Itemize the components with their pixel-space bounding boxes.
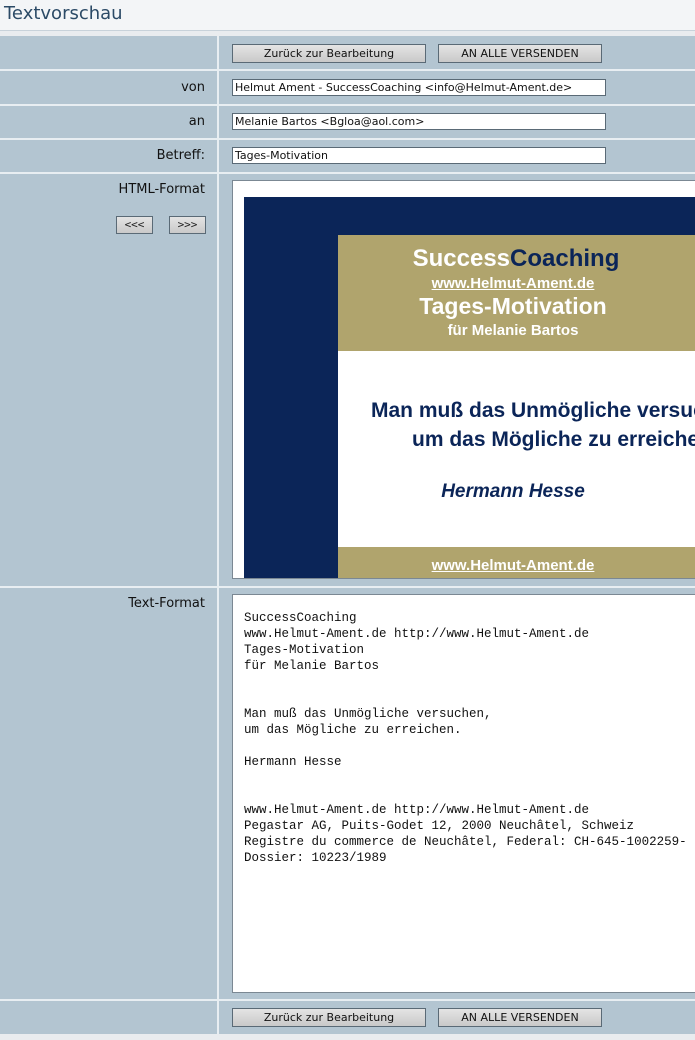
header-site-link[interactable]: www.Helmut-Ament.de: [338, 275, 688, 292]
text-format-row: Text-Format SuccessCoaching www.Helmut-Am…: [0, 588, 695, 999]
next-button[interactable]: >>>: [169, 216, 206, 234]
html-format-row: HTML-Format <<< >>> SuccessCoaching www.…: [0, 174, 695, 586]
text-line: [244, 770, 687, 786]
html-format-cell: SuccessCoaching www.Helmut-Ament.de Tage…: [219, 174, 695, 586]
brand-title: SuccessCoaching: [338, 245, 694, 273]
brand-part-success: Success: [412, 245, 511, 272]
text-line: um das Mögliche zu erreichen.: [244, 723, 462, 737]
text-line: [244, 690, 687, 706]
brand-part-coaching: Coaching: [510, 245, 620, 272]
email-html-preview: SuccessCoaching www.Helmut-Ament.de Tage…: [244, 197, 695, 578]
text-line: für Melanie Bartos: [244, 659, 380, 673]
top-action-label-cell: [0, 36, 219, 69]
email-recipient: für Melanie Bartos: [447, 322, 579, 339]
from-cell: Helmut Ament - SuccessCoaching <info@Hel…: [219, 71, 695, 104]
text-format-cell: SuccessCoaching www.Helmut-Ament.de http:…: [219, 588, 695, 999]
bottom-action-cell: Zurück zur Bearbeitung AN ALLE VERSENDEN: [219, 1001, 695, 1034]
text-line: [244, 738, 687, 754]
subject-row: Betreff: Tages-Motivation: [0, 140, 695, 172]
to-label: an: [188, 114, 205, 129]
html-preview-frame[interactable]: SuccessCoaching www.Helmut-Ament.de Tage…: [232, 180, 695, 579]
text-line: Tages-Motivation: [244, 643, 365, 657]
text-line: Pegastar AG, Puits-Godet 12, 2000 Neuchâ…: [244, 819, 635, 833]
text-line: [244, 674, 687, 690]
from-row: von Helmut Ament - SuccessCoaching <info…: [0, 71, 695, 104]
html-format-label: HTML-Format: [118, 182, 205, 197]
to-label-cell: an: [0, 106, 219, 138]
send-all-button[interactable]: AN ALLE VERSENDEN: [438, 44, 602, 63]
from-label-cell: von: [0, 71, 219, 104]
back-to-edit-button[interactable]: Zurück zur Bearbeitung: [232, 44, 426, 63]
top-action-row: Zurück zur Bearbeitung AN ALLE VERSENDEN: [0, 36, 695, 69]
text-format-label: Text-Format: [128, 596, 205, 611]
email-header: SuccessCoaching www.Helmut-Ament.de Tage…: [338, 235, 695, 351]
quote-author: Hermann Hesse: [441, 481, 585, 502]
text-line: SuccessCoaching: [244, 611, 357, 625]
subject-field[interactable]: Tages-Motivation: [232, 147, 606, 164]
send-all-button-bottom[interactable]: AN ALLE VERSENDEN: [438, 1008, 602, 1027]
subject-cell: Tages-Motivation: [219, 140, 695, 172]
subject-label-cell: Betreff:: [0, 140, 219, 172]
subject-label: Betreff:: [156, 148, 205, 163]
page-title: Textvorschau: [4, 3, 123, 24]
plain-text-content: SuccessCoaching www.Helmut-Ament.de http:…: [244, 610, 687, 866]
text-line: Hermann Hesse: [244, 755, 342, 769]
from-label: von: [181, 80, 205, 95]
to-cell: Melanie Bartos <Bgloa@aol.com>: [219, 106, 695, 138]
email-footer: www.Helmut-Ament.de: [338, 547, 695, 578]
text-line: Registre du commerce de Neuchâtel, Feder…: [244, 835, 687, 849]
text-line: www.Helmut-Ament.de http://www.Helmut-Am…: [244, 627, 590, 641]
quote-line-1: Man muß das Unmögliche versuchen,: [371, 399, 695, 422]
email-body: Man muß das Unmögliche versuchen, um das…: [338, 351, 695, 547]
text-line: www.Helmut-Ament.de http://www.Helmut-Am…: [244, 803, 590, 817]
bottom-action-label-cell: [0, 1001, 219, 1034]
text-line: Man muß das Unmögliche versuchen,: [244, 707, 492, 721]
bottom-action-row: Zurück zur Bearbeitung AN ALLE VERSENDEN: [0, 1001, 695, 1034]
text-line: Dossier: 10223/1989: [244, 851, 387, 865]
text-preview-frame[interactable]: SuccessCoaching www.Helmut-Ament.de http:…: [232, 594, 695, 993]
back-to-edit-button-bottom[interactable]: Zurück zur Bearbeitung: [232, 1008, 426, 1027]
previous-button[interactable]: <<<: [116, 216, 153, 234]
to-field[interactable]: Melanie Bartos <Bgloa@aol.com>: [232, 113, 606, 130]
to-row: an Melanie Bartos <Bgloa@aol.com>: [0, 106, 695, 138]
email-headline: Tages-Motivation: [419, 293, 607, 319]
quote-line-2: um das Mögliche zu erreichen.: [412, 428, 695, 451]
text-line: [244, 786, 687, 802]
page-titlebar: Textvorschau: [0, 0, 695, 31]
text-format-label-cell: Text-Format: [0, 588, 219, 999]
top-action-cell: Zurück zur Bearbeitung AN ALLE VERSENDEN: [219, 36, 695, 69]
footer-site-link[interactable]: www.Helmut-Ament.de: [338, 557, 688, 574]
from-field[interactable]: Helmut Ament - SuccessCoaching <info@Hel…: [232, 79, 606, 96]
html-format-label-cell: HTML-Format <<< >>>: [0, 174, 219, 586]
